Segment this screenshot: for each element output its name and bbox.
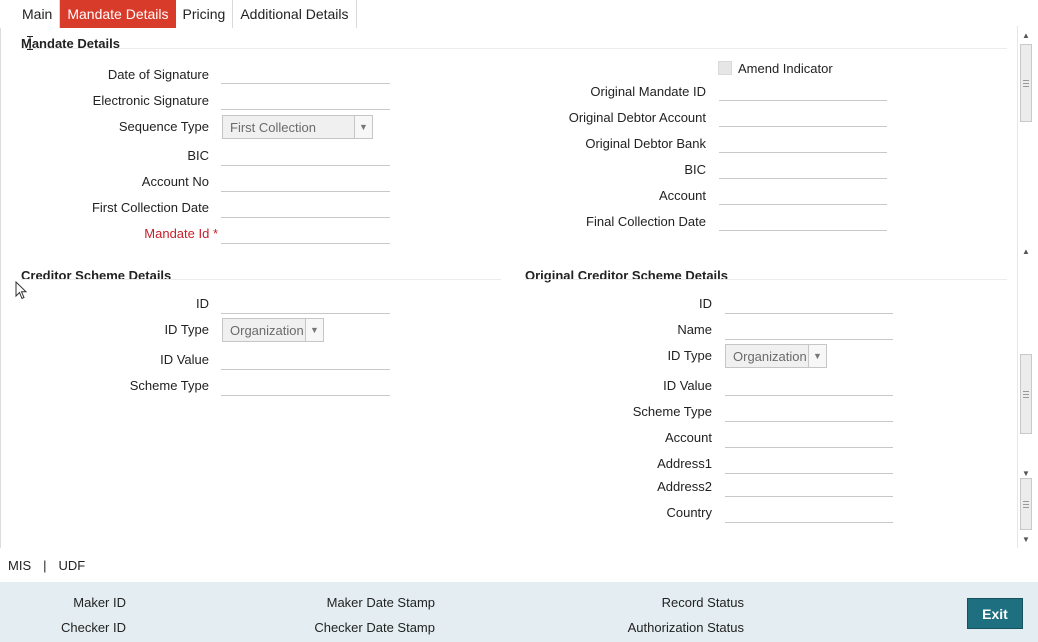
first-collection-date-field[interactable] [221,217,390,218]
date-of-signature-label: Date of Signature [107,67,209,82]
udf-link[interactable]: UDF [59,558,86,573]
text-cursor-icon [27,36,33,50]
creditor-id-type-select[interactable]: Organization ▼ [222,318,324,342]
chevron-down-icon[interactable]: ▼ [808,345,826,367]
tab-main[interactable]: Main [15,0,61,28]
original-debtor-bank-label: Original Debtor Bank [585,136,706,151]
chevron-down-icon[interactable]: ▼ [354,116,372,138]
orig-creditor-country-field[interactable] [725,522,893,523]
orig-creditor-scheme-type-field[interactable] [725,421,893,422]
orig-creditor-address2-label: Address2 [657,479,712,494]
creditor-id-value-field[interactable] [221,369,390,370]
scrollbar-thumb[interactable] [1020,44,1032,122]
tab-additional-details[interactable]: Additional Details [233,0,357,28]
checker-date-stamp-label: Checker Date Stamp [314,620,435,635]
scrollbar-thumb[interactable] [1020,478,1032,530]
orig-creditor-id-type-label: ID Type [667,348,712,363]
bottom-links: MIS | UDF [8,558,85,573]
orig-creditor-id-value-label: ID Value [663,378,712,393]
creditor-scheme-details-title: Creditor Scheme Details [21,268,172,283]
content-panel: Mandate Details Date of Signature Electr… [0,28,1018,548]
sequence-type-value: First Collection [230,119,316,135]
final-collection-date-label: Final Collection Date [586,214,706,229]
orig-creditor-address1-label: Address1 [657,456,712,471]
first-collection-date-label: First Collection Date [91,200,209,215]
electronic-signature-label: Electronic Signature [92,93,209,108]
original-mandate-id-field[interactable] [719,100,887,101]
orig-creditor-account-label: Account [665,430,712,445]
account-label: Account [659,188,706,203]
date-of-signature-field[interactable] [221,83,390,84]
section-divider [525,279,1007,280]
chevron-down-icon[interactable]: ▼ [305,319,323,341]
maker-date-stamp-label: Maker Date Stamp [326,595,435,610]
original-mandate-id-label: Original Mandate ID [590,84,706,99]
authorization-status-label: Authorization Status [627,620,744,635]
section-divider [21,48,1007,49]
amend-indicator-label: Amend Indicator [738,61,833,76]
orig-creditor-id-value-field[interactable] [725,395,893,396]
orig-creditor-id-label: ID [699,296,712,311]
arrow-up-icon[interactable]: ▲ [1018,28,1034,42]
orig-creditor-scheme-type-label: Scheme Type [632,404,712,419]
electronic-signature-field[interactable] [221,109,390,110]
orig-creditor-name-label: Name [677,322,712,337]
orig-creditor-account-field[interactable] [725,447,893,448]
vertical-scrollbar[interactable]: ▲ ▲ ▼ ▼ [1017,26,1034,548]
creditor-id-type-value: Organization [230,322,304,338]
creditor-scheme-type-field[interactable] [221,395,390,396]
amend-indicator-checkbox[interactable] [718,61,732,75]
orig-creditor-country-label: Country [666,505,712,520]
sequence-type-select[interactable]: First Collection ▼ [222,115,373,139]
tab-mandate-details[interactable]: Mandate Details [60,0,176,28]
exit-button[interactable]: Exit [967,598,1023,629]
section-divider [21,279,501,280]
checker-id-label: Checker ID [60,620,126,635]
arrow-up-icon[interactable]: ▲ [1018,244,1034,258]
orig-creditor-address2-field[interactable] [725,496,893,497]
mandate-id-field[interactable] [221,243,390,244]
orig-creditor-address1-field[interactable] [725,473,893,474]
right-bic-field[interactable] [719,178,887,179]
tab-pricing[interactable]: Pricing [176,0,234,28]
creditor-id-label: ID [196,296,209,311]
creditor-id-type-label: ID Type [164,322,209,337]
original-debtor-account-label: Original Debtor Account [568,110,706,125]
account-no-field[interactable] [221,191,390,192]
scrollbar-thumb[interactable] [1020,354,1032,434]
mouse-pointer-icon [15,281,28,300]
final-collection-date-field[interactable] [719,230,887,231]
orig-creditor-id-type-value: Organization [733,348,807,364]
bic-label: BIC [187,148,209,163]
creditor-scheme-type-label: Scheme Type [129,378,209,393]
original-debtor-account-field[interactable] [719,126,887,127]
sequence-type-label: Sequence Type [118,119,209,134]
original-debtor-bank-field[interactable] [719,152,887,153]
mandate-id-label: Mandate Id * [144,226,218,241]
record-status-label: Record Status [661,595,744,610]
maker-id-label: Maker ID [73,595,126,610]
account-field[interactable] [719,204,887,205]
link-separator: | [43,558,47,573]
orig-creditor-id-field[interactable] [725,313,893,314]
bic-field[interactable] [221,165,390,166]
original-creditor-scheme-details-title: Original Creditor Scheme Details [525,268,729,283]
mis-link[interactable]: MIS [8,558,31,573]
creditor-id-value-label: ID Value [160,352,209,367]
right-bic-label: BIC [684,162,706,177]
tab-bar: Main Mandate Details Pricing Additional … [0,0,357,28]
arrow-down-icon[interactable]: ▼ [1018,532,1034,546]
orig-creditor-name-field[interactable] [725,339,893,340]
account-no-label: Account No [141,174,209,189]
orig-creditor-id-type-select[interactable]: Organization ▼ [725,344,827,368]
creditor-id-field[interactable] [221,313,390,314]
audit-footer: Maker ID Checker ID Maker Date Stamp Che… [0,582,1038,642]
